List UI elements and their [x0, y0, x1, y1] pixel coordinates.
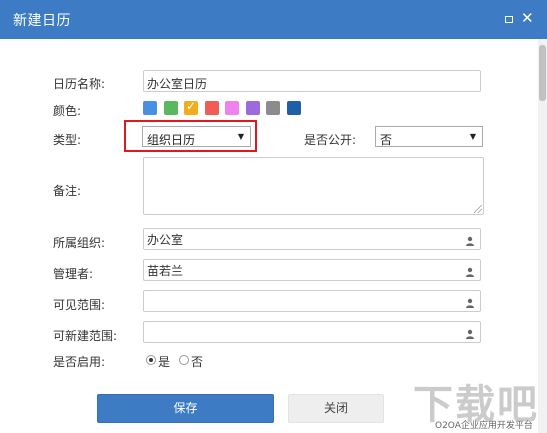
resize-grip-icon[interactable] — [474, 205, 482, 213]
manager-label: 管理者: — [53, 267, 94, 281]
dialog-title: 新建日历 — [13, 13, 71, 29]
enabled-yes-label[interactable]: 是 — [158, 353, 170, 370]
person-picker-icon[interactable] — [465, 329, 475, 339]
org-input[interactable]: 办公室 — [143, 228, 481, 250]
checkmark-icon: ✓ — [186, 99, 197, 113]
person-picker-icon[interactable] — [465, 267, 475, 277]
visible-input[interactable] — [143, 290, 481, 312]
remark-label: 备注: — [53, 184, 82, 198]
color-swatch[interactable] — [143, 101, 157, 115]
dialog-titlebar: 新建日历 ✕ — [0, 0, 547, 39]
create-input[interactable] — [143, 321, 481, 343]
enabled-label: 是否启用: — [53, 355, 106, 369]
vertical-scrollbar[interactable] — [538, 39, 547, 433]
visible-label: 可见范围: — [53, 298, 106, 312]
org-value: 办公室 — [147, 233, 184, 247]
person-picker-icon[interactable] — [465, 236, 475, 246]
dropdown-arrow-icon: ▼ — [469, 132, 476, 141]
public-select[interactable]: 否 ▼ — [375, 126, 483, 147]
scrollbar-thumb[interactable] — [539, 45, 546, 101]
public-label: 是否公开: — [304, 133, 357, 147]
name-value: 办公室日历 — [147, 77, 208, 91]
enabled-yes-radio[interactable] — [146, 355, 156, 365]
enabled-no-label[interactable]: 否 — [191, 353, 203, 370]
name-label: 日历名称: — [53, 77, 106, 91]
manager-value: 苗若兰 — [147, 264, 184, 278]
watermark-caption: O2OA企业应用开发平台 — [435, 421, 533, 431]
color-swatch[interactable]: ✓ — [184, 99, 198, 115]
org-label: 所属组织: — [53, 236, 106, 250]
person-picker-icon[interactable] — [465, 298, 475, 308]
create-label: 可新建范围: — [53, 329, 118, 343]
manager-input[interactable]: 苗若兰 — [143, 259, 481, 281]
maximize-icon[interactable] — [505, 16, 513, 23]
close-icon[interactable]: ✕ — [521, 10, 534, 26]
color-swatch[interactable] — [266, 101, 280, 115]
public-value: 否 — [380, 133, 393, 147]
color-label: 颜色: — [53, 104, 82, 118]
enabled-no-radio[interactable] — [179, 355, 189, 365]
color-swatch[interactable] — [286, 101, 301, 115]
remark-textarea[interactable] — [143, 157, 484, 215]
color-swatch[interactable] — [204, 101, 219, 115]
color-swatch[interactable] — [163, 101, 178, 115]
close-button[interactable]: 关闭 — [288, 394, 384, 423]
color-swatch[interactable] — [225, 101, 239, 115]
name-input[interactable]: 办公室日历 — [143, 70, 481, 92]
color-swatch[interactable] — [245, 101, 260, 115]
save-button[interactable]: 保存 — [97, 394, 274, 423]
type-label: 类型: — [53, 133, 82, 147]
highlight-box — [124, 120, 257, 152]
